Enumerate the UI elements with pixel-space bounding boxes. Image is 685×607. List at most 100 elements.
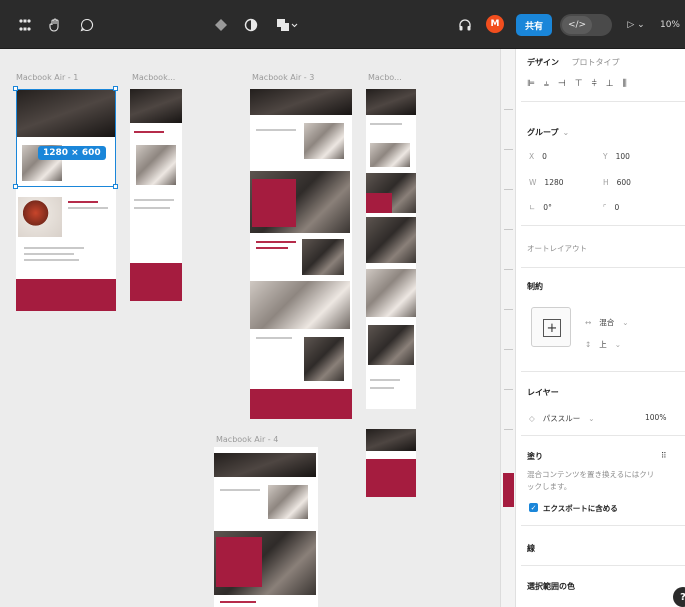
blend-mode-select[interactable]: ◇ パススルー ⌄ xyxy=(529,413,595,424)
hand-tool-icon[interactable] xyxy=(44,13,66,37)
constraints-widget[interactable]: + xyxy=(531,307,571,347)
chevron-down-icon: ⌄ xyxy=(614,340,622,349)
radius-field[interactable]: ⌜ 0 xyxy=(603,203,619,212)
x-field[interactable]: X0 xyxy=(529,152,547,161)
divider xyxy=(521,371,685,372)
rotation-icon: ∟ xyxy=(529,203,536,212)
headphones-icon[interactable] xyxy=(454,13,476,37)
text-block xyxy=(256,337,292,339)
auto-layout-section[interactable]: オートレイアウト xyxy=(527,243,587,254)
group-section-title[interactable]: グループ ⌄ xyxy=(527,127,569,138)
text-block xyxy=(68,207,108,209)
resize-handle[interactable] xyxy=(13,86,18,91)
panel-content: デザイン プロトタイプ ⊫ ⫨ ⊣ ⊤ ⫩ ⊥ ⫼ グループ ⌄ X0 Y 100 … xyxy=(521,49,685,607)
properties-panel: デザイン プロトタイプ ⊫ ⫨ ⊣ ⊤ ⫩ ⊥ ⫼ グループ ⌄ X0 Y 100 … xyxy=(500,49,685,607)
image xyxy=(136,145,176,185)
align-left-icon[interactable]: ⊫ xyxy=(527,79,535,89)
image xyxy=(302,239,344,275)
hero-image xyxy=(130,89,182,123)
rotation-field[interactable]: ∟ 0° xyxy=(529,203,552,212)
fill-note-line2[interactable]: ックします。 xyxy=(527,481,571,492)
tick xyxy=(504,389,513,390)
align-center-h-icon[interactable]: ⫨ xyxy=(544,79,549,89)
text-block xyxy=(134,207,170,209)
text-block xyxy=(24,259,79,261)
distribute-icon[interactable]: ⫼ xyxy=(623,79,627,89)
overlay-card xyxy=(366,193,392,213)
resize-handle[interactable] xyxy=(13,184,18,189)
comment-tool-icon[interactable] xyxy=(76,13,98,37)
text-block xyxy=(256,129,296,131)
export-checkbox[interactable]: ✓ xyxy=(529,503,538,512)
radius-icon: ⌜ xyxy=(603,203,607,212)
share-button[interactable]: 共有 xyxy=(516,14,552,36)
align-right-icon[interactable]: ⊣ xyxy=(558,79,566,89)
text-block xyxy=(256,247,288,249)
component-icon[interactable] xyxy=(210,13,232,37)
frame-label-3[interactable]: Macbook Air - 3 xyxy=(252,73,314,82)
image xyxy=(368,325,414,365)
resize-handle[interactable] xyxy=(113,184,118,189)
frame-label-4[interactable]: Macbo... xyxy=(368,73,402,82)
hero-image xyxy=(214,453,316,477)
text-block xyxy=(370,379,400,381)
h-value: 600 xyxy=(616,178,631,187)
horizontal-constraint[interactable]: ↔ 混合 ⌄ xyxy=(585,317,629,328)
selection-colors-title: 選択範囲の色 xyxy=(527,582,575,591)
image xyxy=(268,485,308,519)
align-center-v-icon[interactable]: ⫩ xyxy=(592,79,597,89)
resize-handle[interactable] xyxy=(113,86,118,91)
text-block xyxy=(370,123,402,125)
horizontal-value: 混合 xyxy=(599,318,615,327)
divider xyxy=(521,267,685,268)
tab-design[interactable]: デザイン xyxy=(527,57,559,68)
help-button[interactable]: ? xyxy=(673,587,685,607)
tick xyxy=(504,309,513,310)
strip-thumbnail xyxy=(503,473,514,507)
user-avatar[interactable]: M xyxy=(486,15,504,33)
image xyxy=(304,123,344,159)
chevron-down-icon: ⌄ xyxy=(562,128,570,137)
image xyxy=(18,197,62,237)
align-bottom-icon[interactable]: ⊥ xyxy=(606,79,614,89)
frame-macbook-air-4[interactable] xyxy=(214,447,318,607)
dev-mode-toggle[interactable]: </> xyxy=(560,14,612,36)
design-canvas[interactable]: Macbook Air - 1 Macbook... Macbook Air -… xyxy=(0,49,500,607)
radius-value: 0 xyxy=(614,203,620,212)
figma-window: M 共有 </> ▷ ⌄ 10% Macbook Air - 1 Macbook… xyxy=(0,0,685,607)
styles-grid-icon[interactable]: ⠿ xyxy=(661,451,667,460)
frame-macbook-4[interactable] xyxy=(366,89,416,409)
horizontal-arrow-icon: ↔ xyxy=(585,318,592,327)
hero-image xyxy=(366,429,416,451)
y-field[interactable]: Y 100 xyxy=(603,152,630,161)
align-top-icon[interactable]: ⊤ xyxy=(575,79,583,89)
opacity-value: 100% xyxy=(645,413,667,422)
selection-outline[interactable] xyxy=(16,89,116,187)
width-field[interactable]: W 1280 xyxy=(529,178,564,187)
divider xyxy=(521,565,685,566)
zoom-level[interactable]: 10% xyxy=(656,13,684,37)
blend-value: パススルー xyxy=(542,414,581,423)
frame-label-5[interactable]: Macbook Air - 4 xyxy=(216,435,278,444)
y-label: Y xyxy=(603,152,608,161)
text-block xyxy=(68,201,98,203)
tab-prototype[interactable]: プロトタイプ xyxy=(572,57,620,68)
opacity-field[interactable]: 100% xyxy=(645,413,666,422)
present-button[interactable]: ▷ ⌄ xyxy=(622,13,650,37)
frame-macbook-air-3[interactable] xyxy=(250,89,352,419)
tick xyxy=(504,149,513,150)
frame-macbook-2[interactable] xyxy=(130,89,182,301)
height-field[interactable]: H 600 xyxy=(603,178,631,187)
vertical-constraint[interactable]: ↕ 上 ⌄ xyxy=(585,339,621,350)
boolean-ops-icon[interactable] xyxy=(270,13,304,37)
main-menu-icon[interactable] xyxy=(14,13,36,37)
rotation-value: 0° xyxy=(543,203,552,212)
layer-title: レイヤー xyxy=(527,388,559,397)
mask-icon[interactable] xyxy=(240,13,262,37)
frame-small[interactable] xyxy=(366,429,416,497)
frame-label-1[interactable]: Macbook Air - 1 xyxy=(16,73,78,82)
x-value: 0 xyxy=(542,152,547,161)
frame-label-2[interactable]: Macbook... xyxy=(132,73,175,82)
fill-note-line1[interactable]: 混合コンテンツを置き換えるにはクリ xyxy=(527,469,685,480)
tick xyxy=(504,229,513,230)
